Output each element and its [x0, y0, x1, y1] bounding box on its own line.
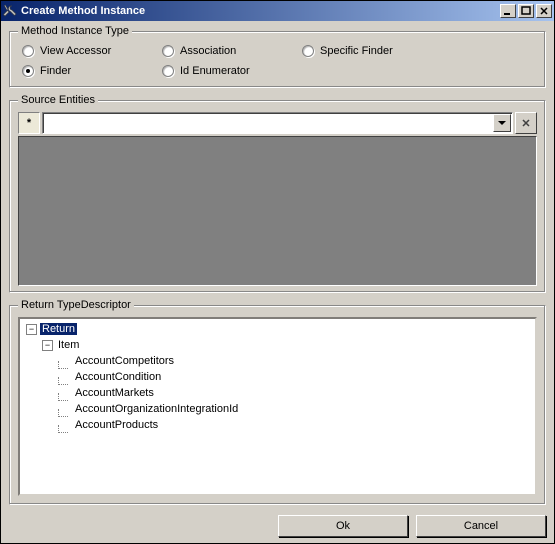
tools-icon — [3, 4, 17, 18]
tree-node-leaf[interactable]: AccountProducts — [58, 417, 531, 433]
close-icon — [539, 6, 549, 16]
tree-node-return[interactable]: − Return — [26, 321, 531, 337]
radio-label: Specific Finder — [320, 45, 393, 57]
radio-icon — [22, 65, 34, 77]
radio-icon — [162, 65, 174, 77]
method-instance-type-legend: Method Instance Type — [18, 25, 132, 37]
button-label: Ok — [336, 520, 350, 532]
tree-node-label[interactable]: AccountProducts — [73, 419, 160, 431]
radio-label: Association — [180, 45, 236, 57]
maximize-button[interactable] — [518, 4, 534, 18]
minimize-icon — [503, 6, 513, 16]
radio-icon — [162, 45, 174, 57]
tree-node-item[interactable]: − Item — [42, 337, 531, 353]
return-type-descriptor-legend: Return TypeDescriptor — [18, 299, 134, 311]
close-button[interactable] — [536, 4, 552, 18]
tree-node-label[interactable]: Return — [40, 323, 77, 335]
tree-node-leaf[interactable]: AccountCompetitors — [58, 353, 531, 369]
tree-node-label[interactable]: AccountMarkets — [73, 387, 156, 399]
cancel-button[interactable]: Cancel — [416, 515, 546, 537]
window-controls — [500, 4, 552, 18]
tree-node-leaf[interactable]: AccountCondition — [58, 369, 531, 385]
tree-node-leaf[interactable]: AccountMarkets — [58, 385, 531, 401]
radio-specific-finder[interactable]: Specific Finder — [302, 45, 462, 57]
tree-connector-icon — [58, 361, 68, 369]
tree-connector-icon — [58, 393, 68, 401]
radio-label: View Accessor — [40, 45, 111, 57]
chevron-down-icon — [498, 121, 506, 125]
radio-view-accessor[interactable]: View Accessor — [22, 45, 162, 57]
tree-node-leaf[interactable]: AccountOrganizationIntegrationId — [58, 401, 531, 417]
collapse-icon[interactable]: − — [42, 340, 53, 351]
radio-label: Finder — [40, 65, 71, 77]
tree-connector-icon — [58, 425, 68, 433]
return-tree[interactable]: − Return − Item Acco — [18, 317, 537, 496]
minimize-button[interactable] — [500, 4, 516, 18]
method-instance-type-group: Method Instance Type View Accessor Assoc… — [9, 25, 546, 88]
delete-row-button[interactable]: ✕ — [515, 112, 537, 134]
maximize-icon — [521, 6, 531, 16]
dialog-body: Method Instance Type View Accessor Assoc… — [1, 21, 554, 543]
collapse-icon[interactable]: − — [26, 324, 37, 335]
tree-node-label[interactable]: AccountCompetitors — [73, 355, 176, 367]
source-entities-group: Source Entities * ✕ — [9, 94, 546, 293]
tree-connector-icon — [58, 409, 68, 417]
source-entities-grid[interactable] — [18, 136, 537, 286]
radio-finder[interactable]: Finder — [22, 65, 162, 77]
radio-association[interactable]: Association — [162, 45, 302, 57]
combobox-dropdown-button[interactable] — [493, 114, 511, 132]
titlebar[interactable]: Create Method Instance — [1, 1, 554, 21]
dialog-window: Create Method Instance Method Instance T… — [0, 0, 555, 544]
return-type-descriptor-group: Return TypeDescriptor − Return — [9, 299, 546, 505]
radio-id-enumerator[interactable]: Id Enumerator — [162, 65, 302, 77]
source-entity-value[interactable] — [43, 113, 492, 133]
radio-icon — [22, 45, 34, 57]
tree-connector-icon — [58, 377, 68, 385]
radio-icon — [302, 45, 314, 57]
new-row-marker: * — [18, 112, 40, 134]
tree-node-label[interactable]: Item — [56, 339, 81, 351]
ok-button[interactable]: Ok — [278, 515, 408, 537]
source-entity-combobox[interactable] — [42, 112, 513, 134]
dialog-buttons: Ok Cancel — [9, 511, 546, 537]
window-title: Create Method Instance — [21, 5, 145, 17]
delete-icon: ✕ — [521, 117, 530, 130]
button-label: Cancel — [464, 520, 498, 532]
radio-label: Id Enumerator — [180, 65, 250, 77]
source-entities-legend: Source Entities — [18, 94, 98, 106]
tree-node-label[interactable]: AccountOrganizationIntegrationId — [73, 403, 240, 415]
tree-node-label[interactable]: AccountCondition — [73, 371, 163, 383]
